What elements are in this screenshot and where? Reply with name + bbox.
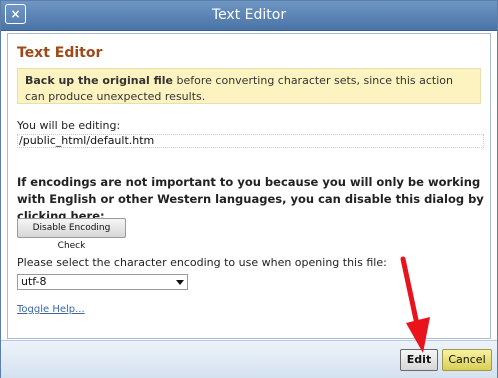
text-editor-dialog: × Text Editor Text Editor Back up the or… bbox=[0, 0, 498, 378]
backup-warning: Back up the original file before convert… bbox=[17, 68, 481, 104]
cancel-button[interactable]: Cancel bbox=[442, 349, 492, 371]
title-bar: × Text Editor bbox=[1, 1, 497, 31]
red-arrow-icon bbox=[400, 256, 430, 353]
arrow-shaft bbox=[400, 256, 421, 332]
chevron-down-icon bbox=[176, 280, 184, 285]
window-title: Text Editor bbox=[211, 7, 287, 23]
backup-warning-emphasis: Back up the original file bbox=[25, 74, 174, 87]
page-title: Text Editor bbox=[17, 45, 103, 61]
encoding-select[interactable]: utf-8 bbox=[17, 274, 188, 290]
editing-label: You will be editing: bbox=[17, 119, 121, 132]
encoding-select-value: utf-8 bbox=[21, 275, 47, 288]
file-path-field: /public_html/default.htm bbox=[17, 134, 484, 148]
toggle-help-link[interactable]: Toggle Help... bbox=[17, 304, 85, 315]
disable-encoding-check-button[interactable]: Disable Encoding Check bbox=[17, 218, 126, 251]
select-encoding-label: Please select the character encoding to … bbox=[17, 256, 387, 269]
arrow-head bbox=[406, 317, 430, 353]
